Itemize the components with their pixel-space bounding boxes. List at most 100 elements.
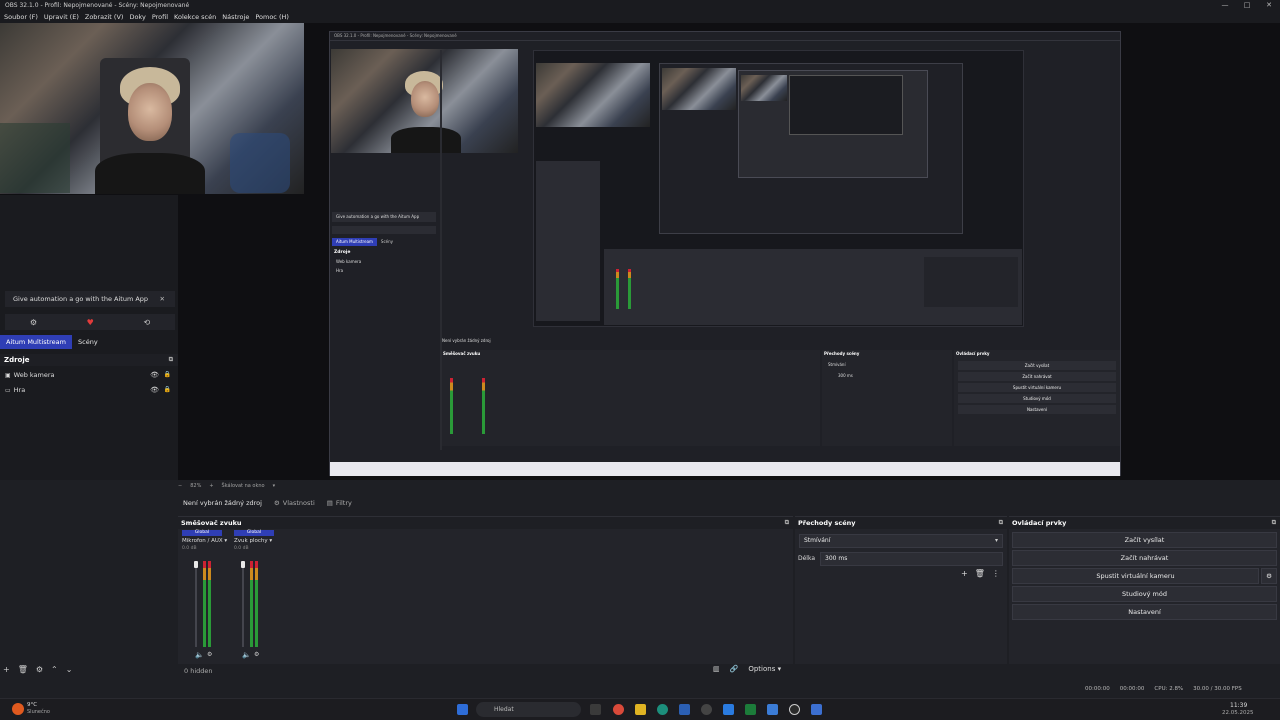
- refresh-icon[interactable]: ⟲: [143, 318, 150, 327]
- obs-icon[interactable]: [789, 704, 800, 715]
- eye-icon[interactable]: 👁: [150, 383, 159, 397]
- transition-select[interactable]: Stmívání ▾: [799, 534, 1003, 548]
- audio-settings-icon[interactable]: ⚙: [254, 651, 259, 658]
- store-icon[interactable]: [679, 704, 690, 715]
- move-down-button[interactable]: ⌄: [66, 665, 73, 674]
- menu-tools[interactable]: Nástroje: [222, 11, 249, 23]
- audio-settings-icon[interactable]: ⚙: [207, 651, 212, 658]
- weather-temp: 9°C: [27, 702, 38, 708]
- start-virtual-camera-button[interactable]: Spustit virtuální kameru: [1012, 568, 1259, 584]
- add-source-button[interactable]: +: [3, 665, 10, 674]
- source-item-webcam[interactable]: ▣ Web kamera 👁 🔒: [0, 368, 178, 382]
- weather-icon[interactable]: [12, 703, 24, 715]
- game-capture-source[interactable]: OBS 32.1.0 - Profil: Nepojmenované - Scé…: [329, 31, 1121, 476]
- menu-scene-collection[interactable]: Kolekce scén: [174, 11, 216, 23]
- add-transition-button[interactable]: +: [961, 569, 968, 578]
- settings-button[interactable]: Nastavení: [1012, 604, 1277, 620]
- gear-icon[interactable]: ⚙: [30, 318, 37, 327]
- inner-window-title: OBS 32.1.0 - Profil: Nepojmenované - Scé…: [334, 33, 457, 38]
- start-recording-button[interactable]: Začít nahrávat: [1012, 550, 1277, 566]
- studio-mode-button[interactable]: Studiový mód: [1012, 586, 1277, 602]
- window-title-bar: OBS 32.1.0 - Profil: Nepojmenované - Scé…: [0, 0, 1280, 11]
- inner-tab-scenes: Scény: [380, 239, 394, 244]
- remove-transition-button[interactable]: 🗑: [975, 569, 985, 578]
- channel-db: 0.0 dB: [182, 546, 197, 551]
- controls-dock: Ovládací prvky ⧉ Začít vysílat Začít nah…: [1009, 516, 1280, 664]
- properties-button[interactable]: ⚙ Vlastnosti: [274, 499, 315, 507]
- duration-field[interactable]: 300 ms: [820, 552, 1003, 566]
- close-button[interactable]: ✕: [1258, 0, 1280, 11]
- undock-icon[interactable]: ⧉: [1272, 517, 1276, 529]
- clock-time[interactable]: 11:39: [1230, 702, 1247, 709]
- inner-mixer: Směšovač zvuku: [442, 350, 820, 446]
- xbox-icon[interactable]: [745, 704, 756, 715]
- chevron-down-icon[interactable]: ▾: [269, 538, 272, 544]
- app-icon[interactable]: [811, 704, 822, 715]
- transition-selected: Stmívání: [804, 537, 831, 544]
- start-streaming-button[interactable]: Začít vysílat: [1012, 532, 1277, 548]
- options-button[interactable]: Options ▾: [748, 665, 781, 673]
- link-icon[interactable]: 🔗: [730, 665, 739, 673]
- speaker-icon[interactable]: 🔈: [242, 651, 251, 659]
- mic-fader-handle[interactable]: [194, 561, 198, 568]
- zoom-out-button[interactable]: −: [178, 483, 182, 489]
- undock-icon[interactable]: ⧉: [169, 354, 173, 366]
- source-properties-button[interactable]: ⚙: [36, 665, 43, 674]
- desktop-fader-handle[interactable]: [241, 561, 245, 568]
- move-up-button[interactable]: ⌃: [51, 665, 58, 674]
- menu-help[interactable]: Pomoc (H): [255, 11, 289, 23]
- menu-file[interactable]: Soubor (F): [4, 11, 38, 23]
- more-icon[interactable]: ⋮: [992, 569, 1000, 578]
- close-icon[interactable]: ✕: [160, 291, 165, 307]
- clock-date[interactable]: 22.05.2025: [1222, 710, 1254, 716]
- undock-icon[interactable]: ⧉: [785, 517, 789, 529]
- eye-icon[interactable]: 👁: [150, 368, 159, 382]
- chrome-icon[interactable]: [613, 704, 624, 715]
- edge-icon[interactable]: [657, 704, 668, 715]
- app-icon[interactable]: [723, 704, 734, 715]
- heart-icon[interactable]: ♥: [87, 318, 94, 327]
- menu-profile[interactable]: Profil: [152, 11, 168, 23]
- lock-icon[interactable]: 🔒: [164, 383, 171, 397]
- explorer-icon[interactable]: [635, 704, 646, 715]
- remove-source-button[interactable]: 🗑: [18, 665, 28, 674]
- minimize-button[interactable]: —: [1214, 0, 1236, 11]
- mic-fader-track[interactable]: [195, 561, 197, 647]
- menu-edit[interactable]: Upravit (E): [44, 11, 79, 23]
- webcam-source[interactable]: [0, 23, 304, 194]
- chevron-down-icon[interactable]: ▾: [224, 538, 227, 544]
- menu-docks[interactable]: Doky: [129, 11, 145, 23]
- tab-aitum-multistream[interactable]: Aitum Multistream: [0, 335, 72, 349]
- lock-icon[interactable]: 🔒: [164, 368, 171, 382]
- speaker-icon[interactable]: 🔈: [195, 651, 204, 659]
- scale-mode-select[interactable]: Škálovat na okno: [222, 483, 265, 489]
- virtual-camera-settings-icon[interactable]: ⚙: [1261, 568, 1277, 584]
- properties-label: Vlastnosti: [282, 499, 315, 507]
- zoom-in-button[interactable]: +: [209, 483, 213, 489]
- search-box[interactable]: Hledat: [476, 702, 581, 717]
- task-view-icon[interactable]: [590, 704, 601, 715]
- mixer-title: Směšovač zvuku: [181, 519, 242, 527]
- inner-webcam: [331, 49, 518, 153]
- nested-left-dock: [536, 161, 600, 321]
- layout-icon[interactable]: ▥: [713, 665, 720, 673]
- start-icon[interactable]: [457, 704, 468, 715]
- inner-taskbar: [330, 462, 1120, 476]
- filters-button[interactable]: ▤ Filtry: [327, 499, 352, 507]
- inner-context: Není vybrán žádný zdroj: [442, 338, 491, 343]
- sources-header: Zdroje ⧉: [0, 354, 178, 366]
- inner-tabs: Aitum Multistream Scény: [332, 238, 397, 246]
- menu-view[interactable]: Zobrazit (V): [85, 11, 124, 23]
- steam-icon[interactable]: [701, 704, 712, 715]
- chevron-down-icon: ▾: [272, 483, 276, 489]
- desktop-meter-r: [255, 561, 258, 647]
- maximize-button[interactable]: □: [1236, 0, 1258, 11]
- tab-scenes[interactable]: Scény: [72, 335, 104, 349]
- monitor-icon: ▭: [5, 387, 11, 394]
- options-label: Options: [748, 665, 776, 673]
- desktop-fader-track[interactable]: [242, 561, 244, 647]
- vpn-icon[interactable]: [767, 704, 778, 715]
- filters-label: Filtry: [335, 499, 352, 507]
- source-item-game[interactable]: ▭ Hra 👁 🔒: [0, 383, 178, 397]
- undock-icon[interactable]: ⧉: [999, 517, 1003, 529]
